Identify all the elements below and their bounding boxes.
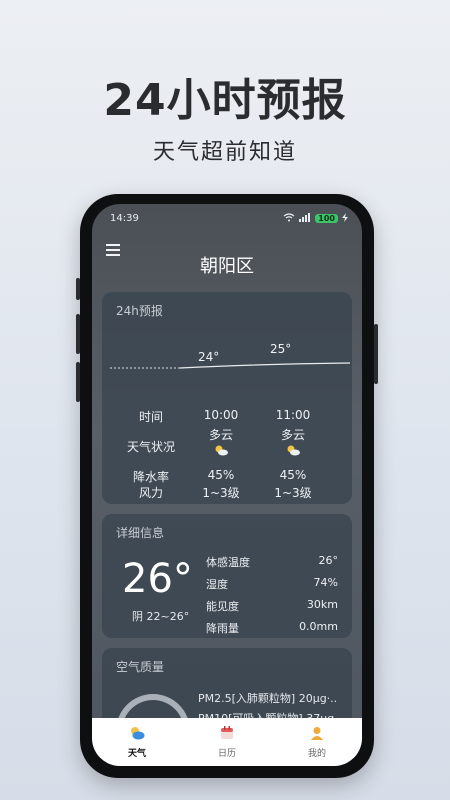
tab-weather[interactable]: 天气 [92, 718, 182, 766]
tab-profile[interactable]: 我的 [272, 718, 362, 766]
charging-icon [342, 212, 348, 224]
tab-label: 日历 [217, 749, 236, 759]
row-label-time: 时间 [138, 410, 163, 424]
hour-2-wind: 1~3级 [274, 486, 312, 500]
detail-key: 能见度 [206, 600, 239, 613]
partly-cloudy-icon [186, 444, 256, 459]
city-title[interactable]: 朝阳区 [92, 252, 362, 278]
tab-label: 我的 [307, 749, 326, 759]
forecast-card: 24h预报 24° 25° 时间 天气状况 降水率 风力 10:00 多云 45… [102, 292, 352, 504]
wifi-icon [283, 212, 295, 224]
top-bar: 朝阳区 [92, 238, 362, 278]
detail-key: 体感温度 [206, 556, 250, 569]
detail-row: 湿度 74% [206, 576, 338, 596]
hour-1-wind: 1~3级 [202, 486, 240, 500]
detail-key: 湿度 [206, 578, 228, 591]
temp-range: 阴 22~26° [132, 610, 190, 623]
detail-row: 体感温度 26° [206, 554, 338, 574]
detail-value: 0.0mm [299, 620, 338, 633]
hour-2-precip: 45% [279, 468, 307, 482]
detail-row: 能见度 30km [206, 598, 338, 618]
hour-1-condition: 多云 [208, 428, 233, 442]
air-quality-title: 空气质量 [116, 660, 165, 674]
detail-value: 30km [306, 598, 338, 611]
current-temp: 26° [122, 556, 193, 602]
hour-2-time: 11:00 [275, 408, 311, 422]
promo-subtitle: 天气超前知道 [152, 140, 297, 165]
calendar-icon [220, 725, 234, 744]
battery-indicator: 100 [315, 213, 338, 223]
detail-card: 详细信息 26° 阴 22~26° 体感温度 26° 湿度 74% 能见度 30… [102, 514, 352, 638]
detail-card-title: 详细信息 [116, 526, 165, 540]
hour-1-time: 10:00 [203, 408, 239, 422]
row-label-wind: 风力 [138, 486, 163, 500]
weather-icon [129, 725, 145, 744]
hour-1-precip: 45% [207, 468, 235, 482]
promo-title: 24小时预报 [103, 75, 347, 126]
signal-icon [299, 212, 311, 224]
aqi-row-pm25: PM2.5[入肺颗粒物] 20μg·... [198, 692, 338, 705]
forecast-card-title: 24h预报 [116, 304, 163, 318]
partly-cloudy-icon [258, 444, 328, 459]
status-bar: 14:39 100 [110, 210, 348, 226]
hour-2-condition: 多云 [280, 428, 305, 442]
detail-row: 降雨量 0.0mm [206, 620, 338, 640]
row-label-condition: 天气状况 [126, 440, 175, 454]
phone-mockup: 14:39 100 朝阳区 24h预报 24° 25° 时间 天气状况 降水率 … [76, 194, 378, 778]
status-time: 14:39 [110, 212, 139, 224]
tab-calendar[interactable]: 日历 [182, 718, 272, 766]
tab-label: 天气 [127, 749, 146, 759]
phone-screen: 14:39 100 朝阳区 24h预报 24° 25° 时间 天气状况 降水率 … [92, 204, 362, 766]
bottom-nav: 天气 日历 我的 [92, 718, 362, 766]
detail-value: 74% [313, 576, 338, 589]
detail-value: 26° [318, 554, 339, 567]
detail-key: 降雨量 [206, 622, 239, 635]
temperature-curve [110, 362, 350, 369]
row-label-precip: 降水率 [132, 470, 169, 484]
profile-icon [310, 725, 324, 744]
